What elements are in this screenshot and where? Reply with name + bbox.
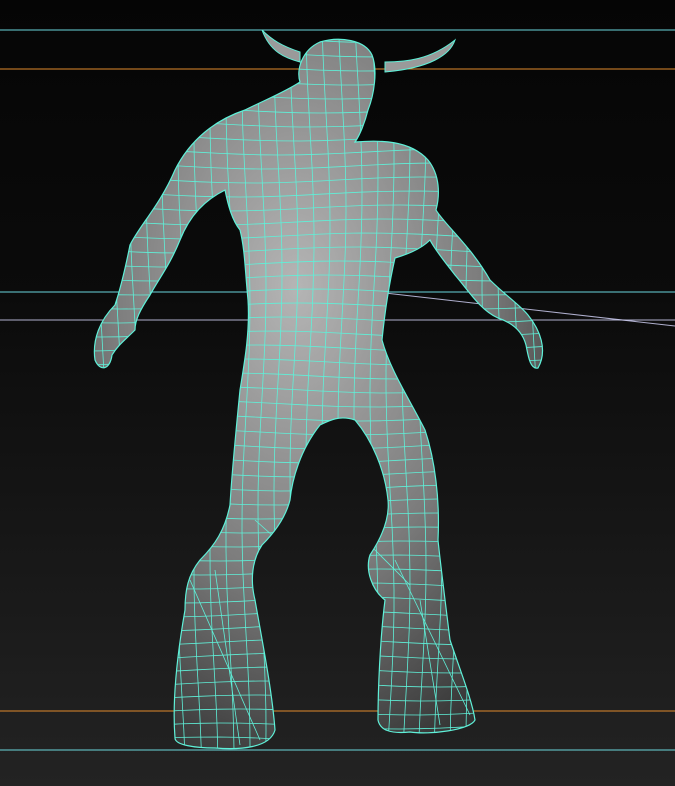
3d-viewport[interactable]: [0, 0, 675, 786]
viewport-canvas[interactable]: [0, 0, 675, 786]
